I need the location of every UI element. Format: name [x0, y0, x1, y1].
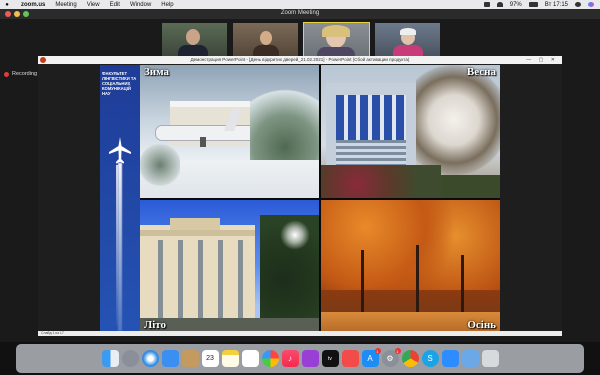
- powerpoint-logo-icon: [40, 57, 46, 63]
- participant-video-3-active-speaker[interactable]: [303, 22, 370, 61]
- season-label-summer: Літо: [144, 319, 167, 331]
- appstore-badge: 1: [374, 348, 381, 354]
- macos-dock: 23 ♪ tv A 1 ⚙ 1 S: [16, 344, 584, 373]
- photos-icon[interactable]: [261, 350, 279, 367]
- music-icon[interactable]: ♪: [281, 350, 299, 367]
- photo-autumn: Осінь: [321, 200, 500, 333]
- menu-view[interactable]: View: [87, 2, 100, 8]
- menu-help[interactable]: Help: [161, 2, 173, 8]
- slide-sidebar: Факультет лінгвістики та соціальних кому…: [100, 65, 140, 333]
- trash-icon[interactable]: [481, 350, 499, 367]
- finder-icon[interactable]: [101, 350, 119, 367]
- safari-icon[interactable]: [141, 350, 159, 367]
- notes-icon[interactable]: [221, 350, 239, 367]
- zoom-status-icon[interactable]: [483, 2, 490, 7]
- powerpoint-window-title: Демонстрация PowerPoint - [День відкрити…: [190, 57, 410, 62]
- powerpoint-statusbar: Слайд 1 из 17: [38, 331, 562, 336]
- battery-percent: 97%: [509, 1, 522, 8]
- contacts-icon[interactable]: [181, 350, 199, 367]
- news-icon[interactable]: [341, 350, 359, 367]
- menu-meeting[interactable]: Meeting: [55, 2, 76, 8]
- season-label-spring: Весна: [466, 66, 496, 78]
- zoom-window-title: Zoom Meeting: [280, 10, 320, 16]
- photo-winter: Зима: [140, 65, 319, 198]
- spotlight-icon[interactable]: [575, 2, 581, 7]
- photo-spring: Весна: [321, 65, 500, 198]
- powerpoint-titlebar: Демонстрация PowerPoint - [День відкрити…: [38, 56, 562, 64]
- calendar-icon[interactable]: 23: [201, 350, 219, 367]
- presentation-slide: Факультет лінгвістики та соціальних кому…: [100, 65, 500, 333]
- shared-powerpoint-window: Демонстрация PowerPoint - [День відкрити…: [38, 56, 562, 336]
- recording-indicator[interactable]: Recording: [4, 71, 37, 77]
- skype-icon[interactable]: S: [421, 350, 439, 367]
- podcasts-icon[interactable]: [301, 350, 319, 367]
- recording-label: Recording: [12, 71, 38, 77]
- mac-menubar: ● zoom.us Meeting View Edit Window Help …: [0, 0, 600, 9]
- faculty-name: Факультет лінгвістики та соціальних кому…: [102, 71, 137, 96]
- menu-edit[interactable]: Edit: [110, 2, 120, 8]
- participant-strip: [162, 22, 440, 61]
- system-preferences-icon[interactable]: ⚙ 1: [381, 348, 401, 367]
- menu-app-name[interactable]: zoom.us: [21, 2, 45, 8]
- tv-icon[interactable]: tv: [321, 350, 339, 367]
- apple-icon[interactable]: ●: [3, 2, 11, 8]
- season-label-autumn: Осінь: [467, 319, 496, 331]
- record-icon: [4, 71, 9, 77]
- slide-counter: Слайд 1 из 17: [41, 331, 64, 335]
- clock[interactable]: Вт 17:15: [545, 2, 568, 8]
- zoom-titlebar: Zoom Meeting: [0, 9, 600, 19]
- wifi-icon[interactable]: [496, 2, 503, 7]
- launchpad-icon[interactable]: [121, 350, 139, 367]
- menu-window[interactable]: Window: [130, 2, 151, 8]
- season-label-winter: Зима: [144, 66, 170, 78]
- siri-icon[interactable]: [588, 2, 594, 7]
- status-area: 97% Вт 17:15: [483, 1, 594, 8]
- airplane-icon: [109, 137, 131, 164]
- participant-video-1[interactable]: [162, 23, 227, 60]
- chrome-icon[interactable]: [401, 350, 419, 367]
- appstore-icon[interactable]: A 1: [361, 348, 381, 367]
- calendar-day: 23: [206, 355, 214, 362]
- participant-video-4[interactable]: [375, 23, 440, 60]
- participant-video-2[interactable]: [233, 23, 298, 60]
- downloads-icon[interactable]: [461, 350, 479, 367]
- sysprefs-badge: 1: [394, 348, 401, 354]
- mail-icon[interactable]: [161, 350, 179, 367]
- photo-summer: Літо: [140, 200, 319, 333]
- powerpoint-window-controls[interactable]: — ▢ ✕: [526, 56, 558, 64]
- battery-icon[interactable]: [528, 2, 538, 7]
- reminders-icon[interactable]: [241, 350, 259, 367]
- zoom-icon[interactable]: [441, 350, 459, 367]
- contrail: [118, 163, 122, 331]
